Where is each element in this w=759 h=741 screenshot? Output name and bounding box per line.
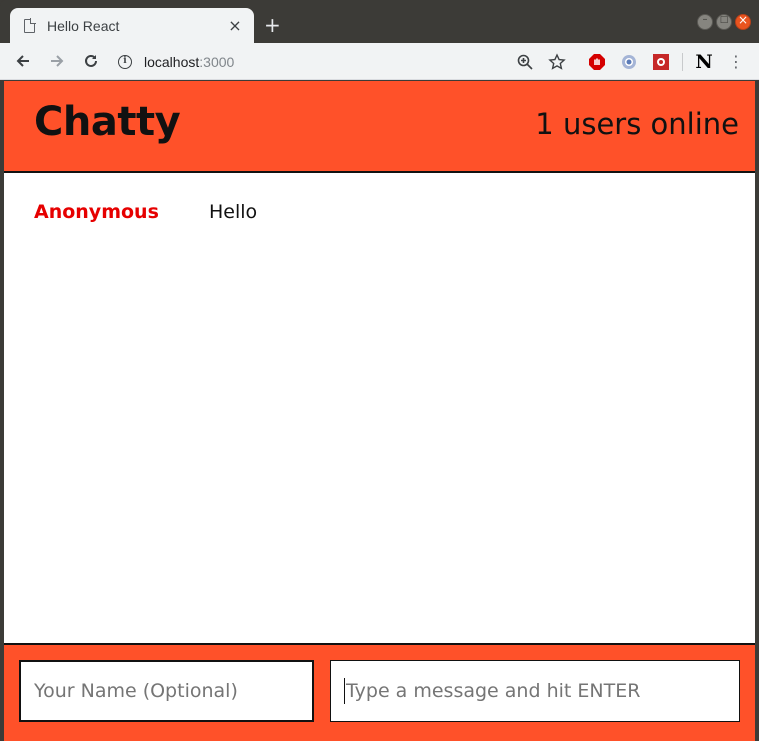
back-button[interactable]: [12, 50, 34, 72]
zoom-in-icon: [517, 54, 533, 70]
close-window-button[interactable]: [735, 13, 751, 30]
reload-button[interactable]: [80, 50, 102, 72]
browser-toolbar: i localhost:3000 N ⋮: [0, 43, 759, 80]
extension-ublock[interactable]: [586, 51, 608, 73]
browser-window: Hello React × + i localhost:3000: [0, 0, 759, 741]
username-placeholder: Your Name (Optional): [34, 680, 238, 702]
message-item: Anonymous Hello: [34, 201, 257, 223]
page-icon: [24, 18, 36, 33]
window-controls: [697, 13, 751, 30]
chat-bar: Your Name (Optional) Type a message and …: [4, 643, 755, 741]
url-host: localhost: [144, 53, 200, 70]
message-placeholder: Type a message and hit ENTER: [346, 680, 641, 702]
page-viewport: Chatty 1 users online Anonymous Hello Yo…: [4, 81, 755, 741]
text-caret: [344, 678, 345, 704]
message-username: Anonymous: [34, 201, 159, 223]
users-online-count: 1 users online: [535, 107, 739, 141]
red-square-icon: [653, 53, 669, 70]
new-tab-button[interactable]: +: [264, 14, 281, 36]
tab-hello-react[interactable]: Hello React ×: [10, 8, 254, 43]
forward-button[interactable]: [46, 50, 68, 72]
tab-close-icon[interactable]: ×: [226, 17, 244, 34]
tab-title: Hello React: [47, 17, 120, 34]
extension-orb[interactable]: [618, 51, 640, 73]
tab-strip: Hello React × +: [0, 0, 759, 43]
url-port: :3000: [199, 53, 235, 70]
arrow-left-icon: [16, 55, 29, 67]
n-logo-icon: N: [695, 50, 713, 73]
orb-icon: [622, 54, 636, 69]
maximize-button[interactable]: [716, 14, 732, 30]
bookmark-button[interactable]: [546, 51, 568, 73]
toolbar-separator: [682, 52, 683, 71]
message-content: Hello: [209, 201, 258, 223]
minimize-button[interactable]: [697, 14, 713, 30]
browser-menu-button[interactable]: ⋮: [725, 51, 747, 73]
address-bar[interactable]: i localhost:3000: [118, 43, 234, 80]
message-input[interactable]: Type a message and hit ENTER: [330, 660, 740, 722]
toolbar-actions: N ⋮: [504, 43, 759, 80]
message-list: Anonymous Hello: [4, 173, 755, 643]
extension-red[interactable]: [650, 51, 672, 73]
extension-n[interactable]: N: [693, 51, 715, 73]
star-icon: [548, 52, 566, 70]
stop-hand-icon: [589, 53, 605, 70]
app-brand[interactable]: Chatty: [34, 99, 181, 145]
app-navbar: Chatty 1 users online: [4, 81, 755, 173]
arrow-right-icon: [51, 55, 64, 67]
reload-icon: [85, 54, 97, 67]
zoom-button[interactable]: [514, 51, 536, 73]
info-icon[interactable]: i: [118, 54, 132, 69]
username-input[interactable]: Your Name (Optional): [19, 660, 314, 722]
